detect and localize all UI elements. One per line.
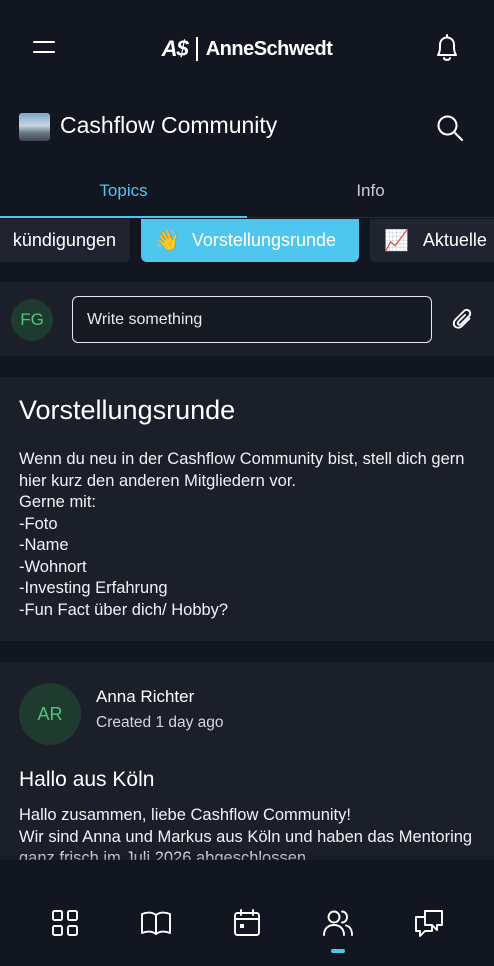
write-something-input[interactable]: Write something xyxy=(72,296,432,343)
chat-icon[interactable] xyxy=(412,906,446,940)
topic-chip-label: Vorstellungsrunde xyxy=(191,230,337,250)
topic-chip-aktuelle[interactable]: 📈 Aktuelle xyxy=(370,219,494,262)
post-composer: FG Write something xyxy=(0,282,494,356)
book-icon[interactable] xyxy=(139,906,173,940)
tab-info[interactable]: Info xyxy=(247,165,494,218)
grid-icon[interactable] xyxy=(48,906,82,940)
logo-divider xyxy=(195,37,198,61)
community-thumbnail xyxy=(19,113,50,141)
community-icon[interactable] xyxy=(321,906,355,940)
description-line: -Fun Fact über dich/ Hobby? xyxy=(19,600,229,619)
top-bar: A$ AnneSchwedt xyxy=(0,0,494,98)
topic-title: Vorstellungsrunde xyxy=(19,395,236,425)
community-header: Cashflow Community xyxy=(0,98,494,158)
tab-topics[interactable]: Topics xyxy=(0,165,247,218)
topic-chip-label: kündigungen xyxy=(12,230,116,250)
description-line: Wenn du neu in der Cashflow Community bi… xyxy=(19,450,465,490)
topic-description-card: Vorstellungsrunde Wenn du neu in der Cas… xyxy=(0,377,494,641)
avatar[interactable]: FG xyxy=(11,299,53,341)
bell-icon[interactable] xyxy=(432,32,462,64)
topic-chip-vorstellungsrunde[interactable]: 👋 Vorstellungsrunde xyxy=(141,219,359,262)
active-tab-indicator xyxy=(331,949,345,953)
description-line: -Investing Erfahrung xyxy=(19,579,168,597)
waving-hand-icon: 👋 xyxy=(155,229,180,252)
description-line: Gerne mit: xyxy=(19,493,97,511)
chart-increasing-icon: 📈 xyxy=(384,229,409,252)
hamburger-menu-icon[interactable] xyxy=(32,36,56,60)
post-title: Hallo aus Köln xyxy=(19,768,155,791)
description-line: -Wohnort xyxy=(19,557,87,576)
post-timestamp: Created 1 day ago xyxy=(96,714,224,731)
avatar[interactable]: AR xyxy=(19,683,81,745)
scroll-fade xyxy=(0,850,494,880)
post-card[interactable]: AR Anna Richter Created 1 day ago Hallo … xyxy=(0,662,494,860)
logo-mark: A$ xyxy=(161,36,189,61)
post-author[interactable]: Anna Richter xyxy=(96,687,194,707)
bottom-navigation xyxy=(0,880,494,966)
topic-chip-ankuendigungen[interactable]: kündigungen xyxy=(0,219,130,262)
community-title: Cashflow Community xyxy=(60,112,278,138)
search-icon[interactable] xyxy=(435,113,465,143)
description-line: -Name xyxy=(19,536,69,554)
calendar-icon[interactable] xyxy=(230,906,264,940)
topic-description: Wenn du neu in der Cashflow Community bi… xyxy=(19,449,479,621)
brand-logo[interactable]: A$ AnneSchwedt xyxy=(162,36,333,62)
brand-name: AnneSchwedt xyxy=(205,37,333,60)
topic-chip-label: Aktuelle xyxy=(422,230,487,250)
description-line: -Foto xyxy=(19,514,58,533)
post-body-line: Hallo zusammen, liebe Cashflow Community… xyxy=(19,806,351,824)
topic-chip-bar[interactable]: kündigungen 👋 Vorstellungsrunde 📈 Aktuel… xyxy=(0,219,494,263)
paperclip-icon[interactable] xyxy=(450,307,476,333)
community-tabs: Topics Info xyxy=(0,165,494,218)
